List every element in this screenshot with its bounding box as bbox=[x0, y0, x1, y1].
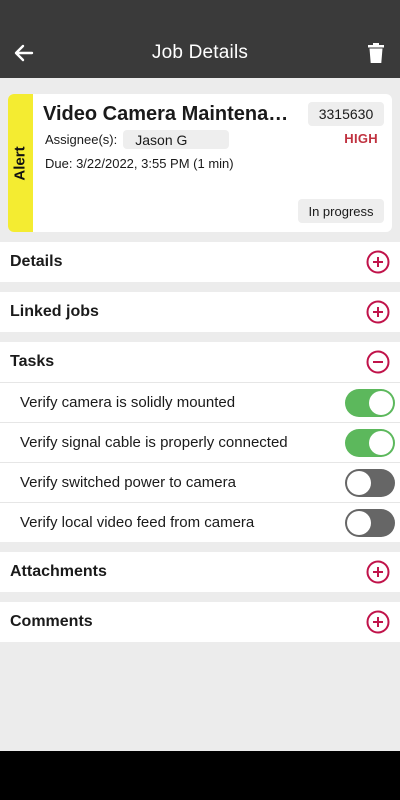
job-card[interactable]: Alert Video Camera Maintenance 3315630 H… bbox=[8, 94, 392, 232]
task-toggle[interactable] bbox=[345, 388, 395, 417]
toggle-knob bbox=[369, 390, 393, 415]
section-linked-jobs[interactable]: Linked jobs bbox=[0, 292, 400, 332]
system-nav-bar bbox=[0, 751, 400, 800]
toggle-knob bbox=[347, 470, 371, 495]
task-row: Verify local video feed from camera bbox=[0, 502, 400, 542]
section-tasks[interactable]: Tasks bbox=[0, 342, 400, 382]
status-badge[interactable]: In progress bbox=[298, 199, 384, 223]
toggle-knob bbox=[347, 510, 371, 535]
expand-comments-button[interactable] bbox=[366, 610, 390, 634]
job-id: 3315630 bbox=[308, 102, 384, 126]
expand-details-button[interactable] bbox=[366, 250, 390, 274]
app-bar: Job Details bbox=[0, 28, 400, 78]
task-toggle[interactable] bbox=[345, 508, 395, 537]
back-button[interactable] bbox=[12, 41, 36, 65]
plus-circle-icon bbox=[366, 300, 390, 324]
expand-linked-jobs-button[interactable] bbox=[366, 300, 390, 324]
section-attachments[interactable]: Attachments bbox=[0, 552, 400, 592]
section-comments[interactable]: Comments bbox=[0, 602, 400, 642]
section-comments-label: Comments bbox=[10, 613, 93, 630]
status-bar bbox=[0, 0, 400, 28]
assignee-chip[interactable]: Jason G bbox=[123, 130, 230, 149]
assignee-row: Assignee(s): Jason G bbox=[45, 130, 230, 149]
toggle-knob bbox=[369, 430, 393, 455]
delete-button[interactable] bbox=[364, 41, 388, 65]
expand-attachments-button[interactable] bbox=[366, 560, 390, 584]
task-toggle[interactable] bbox=[345, 468, 395, 497]
plus-circle-icon bbox=[366, 560, 390, 584]
task-list: Verify camera is solidly mounted Verify … bbox=[0, 382, 400, 542]
arrow-left-icon bbox=[14, 44, 34, 62]
job-body: Video Camera Maintenance 3315630 HIGH As… bbox=[33, 94, 392, 232]
section-attachments-label: Attachments bbox=[10, 563, 107, 580]
section-details[interactable]: Details bbox=[0, 242, 400, 282]
task-label: Verify switched power to camera bbox=[20, 474, 236, 491]
priority-badge: HIGH bbox=[344, 131, 378, 146]
task-label: Verify signal cable is properly connecte… bbox=[20, 434, 288, 451]
task-toggle[interactable] bbox=[345, 428, 395, 457]
alert-label: Alert bbox=[12, 145, 29, 181]
task-row: Verify camera is solidly mounted bbox=[0, 382, 400, 422]
assignee-label: Assignee(s): bbox=[45, 132, 118, 147]
collapse-tasks-button[interactable] bbox=[366, 350, 390, 374]
section-tasks-label: Tasks bbox=[10, 353, 55, 370]
plus-circle-icon bbox=[366, 610, 390, 634]
task-row: Verify signal cable is properly connecte… bbox=[0, 422, 400, 462]
page-title: Job Details bbox=[151, 42, 249, 63]
alert-strip: Alert bbox=[8, 94, 33, 232]
trash-icon bbox=[368, 43, 384, 63]
plus-circle-icon bbox=[366, 250, 390, 274]
task-label: Verify camera is solidly mounted bbox=[20, 394, 236, 411]
due-date: Due: 3/22/2022, 3:55 PM (1 min) bbox=[45, 156, 234, 171]
section-details-label: Details bbox=[10, 253, 63, 270]
task-row: Verify switched power to camera bbox=[0, 462, 400, 502]
section-linked-jobs-label: Linked jobs bbox=[10, 303, 99, 320]
task-label: Verify local video feed from camera bbox=[20, 514, 255, 531]
job-title: Video Camera Maintenance bbox=[43, 103, 293, 125]
minus-circle-icon bbox=[366, 350, 390, 374]
